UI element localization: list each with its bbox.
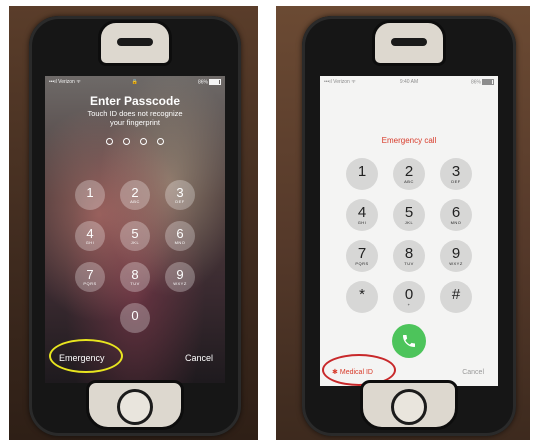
lock-screen: •••ıl Verizon ᯤ 🔒 86% Enter Passcode Tou… bbox=[45, 76, 225, 383]
passcode-dot bbox=[123, 138, 130, 145]
key-3[interactable]: 3 DEF bbox=[165, 180, 195, 210]
cancel-button[interactable]: Cancel bbox=[185, 353, 213, 363]
dial-key-8[interactable]: 8 TUV bbox=[393, 240, 425, 272]
cancel-button[interactable]: Cancel bbox=[462, 369, 484, 376]
touch-id-message: Touch ID does not recognize your fingerp… bbox=[45, 109, 225, 127]
battery-indicator: 86% bbox=[198, 79, 221, 85]
dial-key-1[interactable]: 1 bbox=[346, 158, 378, 190]
case-bottom-clip bbox=[360, 380, 458, 430]
photo-emergency-dialer: •••ıl Verizon ᯤ 9:40 AM 86% Emergency ca… bbox=[276, 6, 530, 440]
home-button[interactable] bbox=[117, 389, 153, 425]
key-5[interactable]: 5 JKL bbox=[120, 221, 150, 251]
medical-star-icon: ✱ bbox=[332, 369, 338, 376]
home-button[interactable] bbox=[391, 389, 427, 425]
dial-key-7[interactable]: 7 PQRS bbox=[346, 240, 378, 272]
call-button[interactable] bbox=[392, 324, 426, 358]
case-top-clip bbox=[372, 20, 446, 66]
status-bar: •••ıl Verizon ᯤ 9:40 AM 86% bbox=[324, 78, 494, 88]
emergency-call-title: Emergency call bbox=[381, 136, 437, 145]
key-2[interactable]: 2 ABC bbox=[120, 180, 150, 210]
medical-id-button[interactable]: ✱ Medical ID bbox=[332, 368, 373, 376]
passcode-dot bbox=[106, 138, 113, 145]
speaker-slot bbox=[391, 38, 427, 46]
dial-key-hash[interactable]: # bbox=[440, 281, 472, 313]
key-4[interactable]: 4 GHI bbox=[75, 221, 105, 251]
photo-lock-screen: •••ıl Verizon ᯤ 🔒 86% Enter Passcode Tou… bbox=[9, 6, 258, 440]
key-7[interactable]: 7 PQRS bbox=[75, 262, 105, 292]
dial-key-6[interactable]: 6 MNO bbox=[440, 199, 472, 231]
dial-key-5[interactable]: 5 JKL bbox=[393, 199, 425, 231]
battery-icon bbox=[482, 79, 494, 85]
passcode-dot bbox=[157, 138, 164, 145]
emergency-screen: •••ıl Verizon ᯤ 9:40 AM 86% Emergency ca… bbox=[320, 76, 498, 386]
touch-id-message-line2: your fingerprint bbox=[109, 118, 161, 127]
dial-key-2[interactable]: 2 ABC bbox=[393, 158, 425, 190]
emergency-button[interactable]: Emergency bbox=[59, 353, 105, 363]
phone-icon bbox=[403, 335, 415, 347]
lock-icon: 🔒 bbox=[131, 79, 139, 85]
touch-id-message-line1: Touch ID does not recognize bbox=[87, 109, 183, 118]
case-bottom-clip bbox=[86, 380, 184, 430]
phone-case: •••ıl Verizon ᯤ 🔒 86% Enter Passcode Tou… bbox=[29, 16, 241, 436]
case-top-clip bbox=[98, 20, 172, 66]
passcode-dot bbox=[140, 138, 147, 145]
dial-key-0[interactable]: 0 + bbox=[393, 281, 425, 313]
key-6[interactable]: 6 MNO bbox=[165, 221, 195, 251]
dial-key-3[interactable]: 3 DEF bbox=[440, 158, 472, 190]
status-time: 9:40 AM bbox=[399, 79, 419, 85]
battery-indicator: 86% bbox=[471, 79, 494, 85]
passcode-title: Enter Passcode bbox=[89, 94, 181, 108]
speaker-slot bbox=[117, 38, 153, 46]
status-bar: •••ıl Verizon ᯤ 🔒 86% bbox=[49, 78, 221, 88]
dial-key-star[interactable]: * bbox=[346, 281, 378, 313]
key-1[interactable]: 1 bbox=[75, 180, 105, 210]
key-9[interactable]: 9 WXYZ bbox=[165, 262, 195, 292]
key-8[interactable]: 8 TUV bbox=[120, 262, 150, 292]
battery-icon bbox=[209, 79, 221, 85]
passcode-dots bbox=[45, 132, 225, 150]
phone-case: •••ıl Verizon ᯤ 9:40 AM 86% Emergency ca… bbox=[302, 16, 516, 436]
key-0[interactable]: 0 bbox=[120, 303, 150, 333]
dial-key-4[interactable]: 4 GHI bbox=[346, 199, 378, 231]
dial-key-9[interactable]: 9 WXYZ bbox=[440, 240, 472, 272]
